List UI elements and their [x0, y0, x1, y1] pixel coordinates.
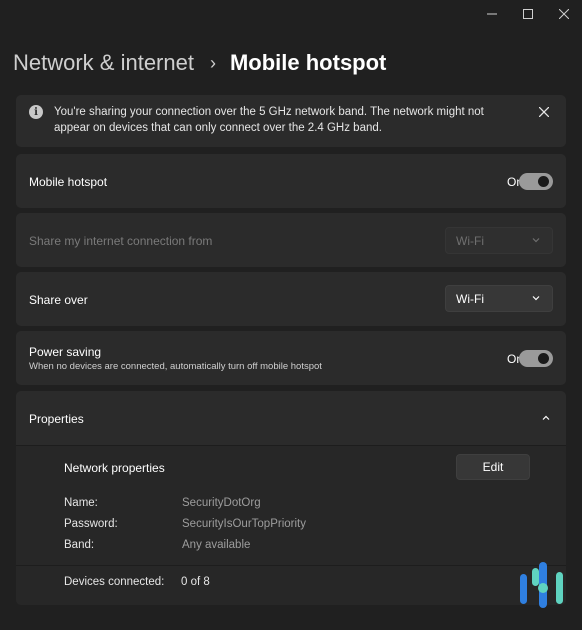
- brand-logo-icon: [520, 562, 563, 608]
- breadcrumb-parent-link[interactable]: Network & internet: [13, 50, 194, 76]
- properties-header[interactable]: Properties: [16, 391, 566, 445]
- password-value: SecurityIsOurTopPriority: [182, 518, 306, 530]
- mobile-hotspot-label: Mobile hotspot: [29, 175, 108, 189]
- minimize-button[interactable]: [474, 0, 510, 28]
- banner-text: You're sharing your connection over the …: [54, 106, 484, 134]
- info-banner: i You're sharing your connection over th…: [16, 95, 566, 147]
- breadcrumb-chevron-icon: ›: [209, 52, 216, 73]
- close-icon: [539, 107, 549, 117]
- share-from-label: Share my internet connection from: [29, 234, 213, 248]
- name-value: SecurityDotOrg: [182, 497, 261, 509]
- info-icon: i: [29, 105, 43, 119]
- band-value: Any available: [182, 539, 251, 551]
- properties-label: Properties: [29, 412, 84, 426]
- devices-connected-value: 0 of 8: [181, 576, 210, 588]
- share-from-row: Share my internet connection from Wi-Fi: [16, 213, 566, 267]
- power-saving-row: Power saving When no devices are connect…: [16, 331, 566, 385]
- toggle-knob: [538, 176, 549, 187]
- breadcrumb: Network & internet › Mobile hotspot: [13, 47, 386, 79]
- share-over-label: Share over: [29, 293, 88, 307]
- close-window-button[interactable]: [546, 0, 582, 28]
- network-properties-label: Network properties: [64, 461, 165, 475]
- properties-body: Network properties Edit Name: SecurityDo…: [16, 445, 566, 605]
- band-key: Band:: [64, 539, 95, 551]
- toggle-knob: [538, 353, 549, 364]
- share-over-dropdown[interactable]: Wi-Fi: [445, 285, 553, 312]
- name-key: Name:: [64, 497, 98, 509]
- banner-close-button[interactable]: [534, 102, 554, 122]
- share-over-row: Share over Wi-Fi: [16, 272, 566, 326]
- close-icon: [559, 9, 569, 19]
- share-over-value: Wi-Fi: [456, 291, 484, 306]
- mobile-hotspot-row: Mobile hotspot On: [16, 154, 566, 208]
- maximize-button[interactable]: [510, 0, 546, 28]
- power-saving-toggle[interactable]: [519, 350, 553, 367]
- share-from-value: Wi-Fi: [456, 233, 484, 248]
- minimize-icon: [487, 13, 497, 15]
- edit-button[interactable]: Edit: [456, 454, 530, 480]
- share-from-dropdown: Wi-Fi: [445, 227, 553, 254]
- chevron-down-icon: [532, 296, 540, 301]
- window-controls: [474, 0, 582, 28]
- power-saving-description: When no devices are connected, automatic…: [29, 361, 322, 372]
- devices-connected-key: Devices connected:: [64, 576, 165, 588]
- password-key: Password:: [64, 518, 118, 530]
- chevron-down-icon: [532, 238, 540, 243]
- maximize-icon: [523, 9, 533, 19]
- mobile-hotspot-toggle[interactable]: [519, 173, 553, 190]
- power-saving-label: Power saving: [29, 345, 102, 359]
- divider: [16, 565, 566, 566]
- page-title: Mobile hotspot: [229, 50, 387, 75]
- chevron-up-icon[interactable]: [540, 412, 552, 424]
